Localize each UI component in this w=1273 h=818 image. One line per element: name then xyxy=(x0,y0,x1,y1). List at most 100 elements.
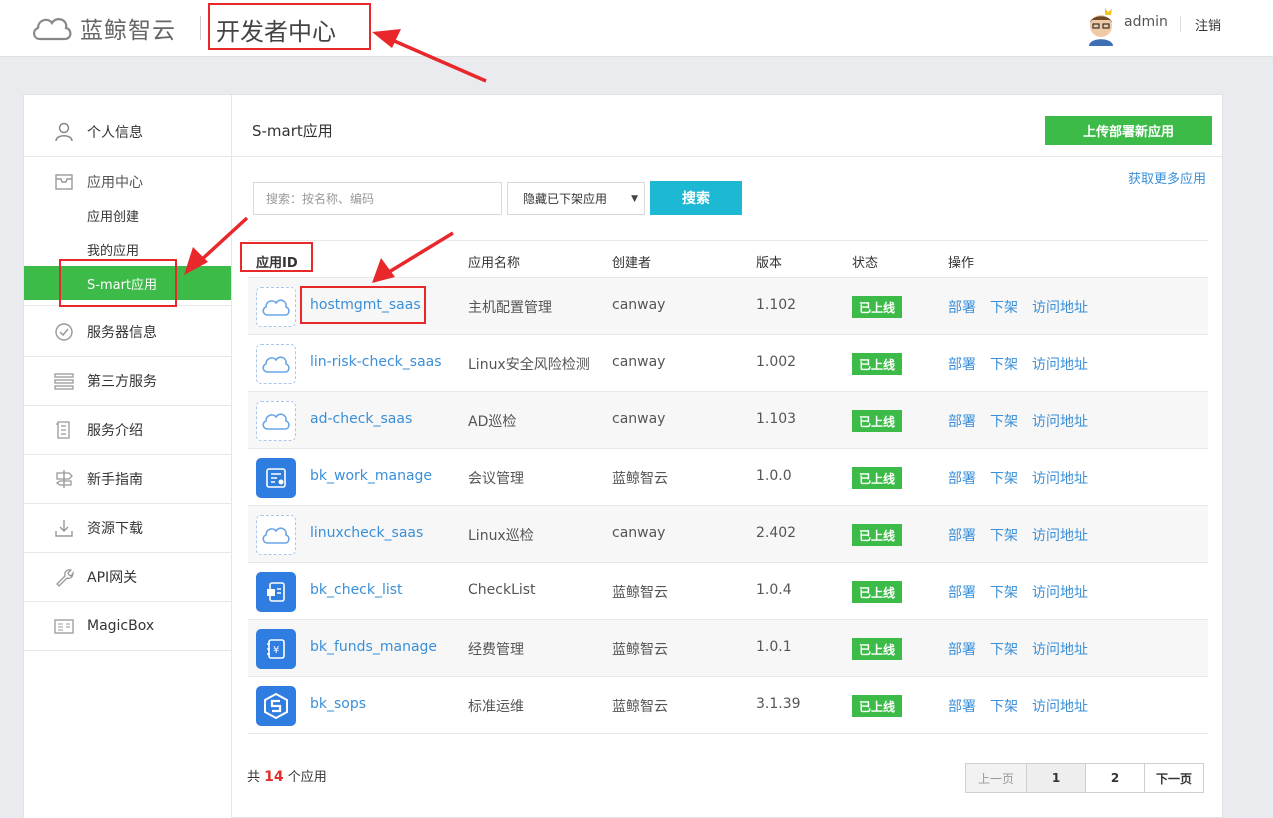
upload-deploy-button[interactable]: 上传部署新应用 xyxy=(1045,116,1212,145)
sidebar-item-api-gateway[interactable]: API网关 xyxy=(24,553,231,602)
sidebar-item-guide[interactable]: 新手指南 xyxy=(24,455,231,504)
visit-url-action-link[interactable]: 访问地址 xyxy=(1032,411,1088,431)
deploy-action-link[interactable]: 部署 xyxy=(948,525,976,545)
app-name: 标准运维 xyxy=(468,699,524,715)
visit-url-action-link[interactable]: 访问地址 xyxy=(1032,525,1088,545)
document-icon xyxy=(53,419,75,441)
app-name: AD巡检 xyxy=(468,414,517,430)
visit-url-action-link[interactable]: 访问地址 xyxy=(1032,354,1088,374)
visit-url-action-link[interactable]: 访问地址 xyxy=(1032,468,1088,488)
status-badge: 已上线 xyxy=(852,467,902,489)
total-count: 共 14 个应用 xyxy=(247,766,327,785)
visit-url-action-link[interactable]: 访问地址 xyxy=(1032,582,1088,602)
app-creator: 蓝鲸智云 xyxy=(612,699,668,715)
dev-center-title: 开发者中心 xyxy=(216,18,336,46)
offline-action-link[interactable]: 下架 xyxy=(990,297,1018,317)
status-badge: 已上线 xyxy=(852,410,902,432)
offline-action-link[interactable]: 下架 xyxy=(990,582,1018,602)
offline-action-link[interactable]: 下架 xyxy=(990,354,1018,374)
app-creator: 蓝鲸智云 xyxy=(612,471,668,487)
status-badge: 已上线 xyxy=(852,695,902,717)
visit-url-action-link[interactable]: 访问地址 xyxy=(1032,297,1088,317)
funds-icon: ¥ xyxy=(256,629,296,669)
search-input[interactable] xyxy=(253,182,502,215)
sidebar-item-profile[interactable]: 个人信息 xyxy=(24,108,231,157)
avatar[interactable] xyxy=(1085,6,1117,46)
status-badge: 已上线 xyxy=(852,296,902,318)
app-creator: 蓝鲸智云 xyxy=(612,642,668,658)
deploy-action-link[interactable]: 部署 xyxy=(948,411,976,431)
visit-url-action-link[interactable]: 访问地址 xyxy=(1032,696,1088,716)
status-badge: 已上线 xyxy=(852,524,902,546)
app-id-link[interactable]: linuxcheck_saas xyxy=(310,525,423,541)
col-status: 状态 xyxy=(852,256,879,271)
sidebar-item-label: MagicBox xyxy=(87,618,155,634)
col-app-name: 应用名称 xyxy=(468,256,521,271)
page-1-button[interactable]: 1 xyxy=(1026,763,1086,793)
total-suffix: 个应用 xyxy=(287,770,327,785)
app-name: 经费管理 xyxy=(468,642,524,658)
status-badge: 已上线 xyxy=(852,353,902,375)
sidebar-item-server-info[interactable]: 服务器信息 xyxy=(24,308,231,357)
sidebar-item-third-party[interactable]: 第三方服务 xyxy=(24,357,231,406)
app-id-link[interactable]: bk_funds_manage xyxy=(310,639,437,655)
app-name: 会议管理 xyxy=(468,471,524,487)
offline-action-link[interactable]: 下架 xyxy=(990,525,1018,545)
status-badge: 已上线 xyxy=(852,581,902,603)
search-button[interactable]: 搜索 xyxy=(650,181,742,215)
box-icon xyxy=(53,615,75,637)
sidebar-item-label: 服务器信息 xyxy=(87,325,157,341)
app-id-link[interactable]: hostmgmt_saas xyxy=(310,297,421,313)
app-version: 3.1.39 xyxy=(756,696,801,712)
deploy-action-link[interactable]: 部署 xyxy=(948,468,976,488)
sidebar-sub-create-app[interactable]: 应用创建 xyxy=(24,198,231,232)
logo[interactable]: 蓝鲸智云 xyxy=(30,8,176,48)
logo-text: 蓝鲸智云 xyxy=(80,18,176,44)
app-id-link[interactable]: bk_work_manage xyxy=(310,468,432,484)
page-2-button[interactable]: 2 xyxy=(1085,763,1145,793)
header-divider xyxy=(200,16,201,40)
check-circle-icon xyxy=(53,321,75,343)
sidebar-item-label: API网关 xyxy=(87,570,138,586)
signpost-icon xyxy=(53,468,75,490)
next-page-button[interactable]: 下一页 xyxy=(1144,763,1204,793)
sidebar-group-label: 应用中心 xyxy=(87,175,143,191)
app-id-link[interactable]: ad-check_saas xyxy=(310,411,412,427)
visit-url-action-link[interactable]: 访问地址 xyxy=(1032,639,1088,659)
sidebar-item-downloads[interactable]: 资源下载 xyxy=(24,504,231,553)
app-id-link[interactable]: bk_check_list xyxy=(310,582,403,598)
sidebar-sub-smart-apps[interactable]: S-mart应用 xyxy=(24,266,231,300)
app-id-link[interactable]: lin-risk-check_saas xyxy=(310,354,442,370)
sidebar-item-magicbox[interactable]: MagicBox xyxy=(24,602,231,651)
total-number: 14 xyxy=(264,769,284,785)
table-header: 应用ID 应用名称 创建者 版本 状态 操作 xyxy=(248,240,1208,278)
top-header: 蓝鲸智云 开发者中心 admin 注销 xyxy=(0,0,1273,57)
prev-page-button[interactable]: 上一页 xyxy=(965,763,1027,793)
offline-action-link[interactable]: 下架 xyxy=(990,639,1018,659)
app-creator: canway xyxy=(612,411,666,427)
more-apps-link[interactable]: 获取更多应用 xyxy=(1128,168,1206,187)
status-filter-select[interactable]: 隐藏已下架应用 ▼ xyxy=(507,182,645,215)
table-row: bk_check_list CheckList 蓝鲸智云 1.0.4 已上线 部署 下架 访问… xyxy=(248,563,1208,620)
deploy-action-link[interactable]: 部署 xyxy=(948,582,976,602)
deploy-action-link[interactable]: 部署 xyxy=(948,639,976,659)
user-name[interactable]: admin xyxy=(1124,14,1168,30)
app-id-link[interactable]: bk_sops xyxy=(310,696,366,712)
sidebar-item-service-intro[interactable]: 服务介绍 xyxy=(24,406,231,455)
offline-action-link[interactable]: 下架 xyxy=(990,411,1018,431)
logout-link[interactable]: 注销 xyxy=(1195,15,1221,34)
status-badge: 已上线 xyxy=(852,638,902,660)
deploy-action-link[interactable]: 部署 xyxy=(948,354,976,374)
deploy-action-link[interactable]: 部署 xyxy=(948,696,976,716)
sidebar-sub-my-apps[interactable]: 我的应用 xyxy=(24,232,231,266)
table-row: bk_work_manage 会议管理 蓝鲸智云 1.0.0 已上线 部署 下架 访问地址 xyxy=(248,449,1208,506)
app-version: 1.103 xyxy=(756,411,797,427)
offline-action-link[interactable]: 下架 xyxy=(990,468,1018,488)
app-version: 1.102 xyxy=(756,297,797,313)
app-version: 1.0.1 xyxy=(756,639,792,655)
offline-action-link[interactable]: 下架 xyxy=(990,696,1018,716)
deploy-action-link[interactable]: 部署 xyxy=(948,297,976,317)
app-creator: canway xyxy=(612,525,666,541)
app-version: 1.002 xyxy=(756,354,797,370)
list-icon xyxy=(53,370,75,392)
